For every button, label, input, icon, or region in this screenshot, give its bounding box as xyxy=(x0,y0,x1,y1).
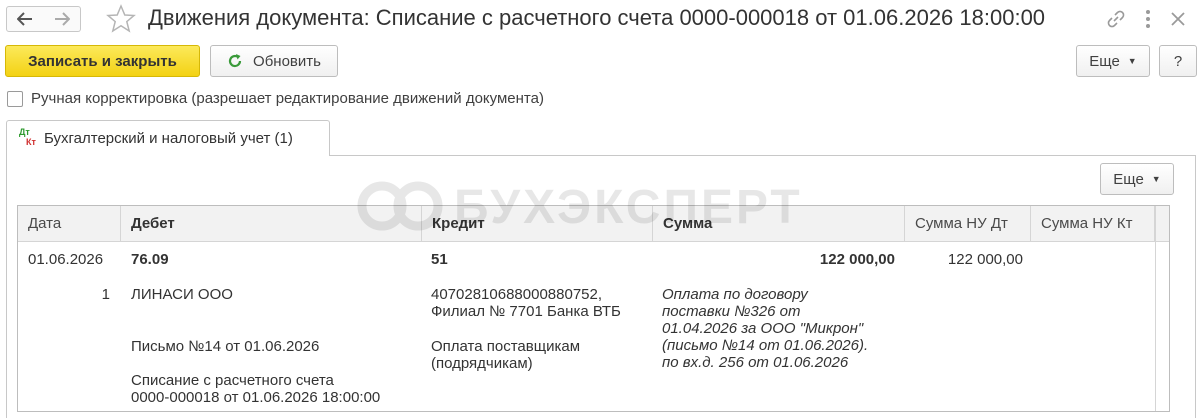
refresh-button[interactable]: Обновить xyxy=(210,45,338,77)
tab-accounting[interactable]: Дт Кт Бухгалтерский и налоговый учет (1) xyxy=(6,120,330,156)
cell-credit-subconto1: 40702810688000880752, Филиал № 7701 Банк… xyxy=(431,286,621,320)
refresh-label: Обновить xyxy=(253,52,321,70)
arrow-right-icon xyxy=(54,12,70,26)
cell-content-line3: 01.04.2026 за ООО "Микрон" xyxy=(662,320,864,337)
caret-down-icon: ▼ xyxy=(1151,174,1161,184)
cell-debit-subconto3: Списание с расчетного счета 0000-000018 … xyxy=(131,372,380,406)
cell-content-line5: по вх.д. 256 от 01.06.2026 xyxy=(662,354,849,371)
caret-down-icon: ▼ xyxy=(1127,56,1137,66)
scrollbar[interactable] xyxy=(1155,206,1169,411)
cell-content: Оплата по договору поставки №326 от 01.0… xyxy=(662,286,868,371)
tab-label: Бухгалтерский и налоговый учет (1) xyxy=(44,130,293,147)
cell-content-line2: поставки №326 от xyxy=(662,303,801,320)
col-date[interactable]: Дата xyxy=(18,206,121,242)
cell-amount-nu-dt: 122 000,00 xyxy=(947,251,1023,268)
more-label: Еще xyxy=(1089,52,1120,70)
manual-edit-checkbox[interactable] xyxy=(7,91,23,107)
cell-debit-subconto1: ЛИНАСИ ООО xyxy=(131,286,233,303)
back-button[interactable] xyxy=(6,6,44,32)
more-button[interactable]: Еще ▼ xyxy=(1076,45,1150,77)
arrow-left-icon xyxy=(17,12,32,26)
cell-debit-subconto3-line1: Списание с расчетного счета xyxy=(131,372,334,389)
credit-icon-text: Кт xyxy=(26,137,36,147)
page-title: Движения документа: Списание с расчетног… xyxy=(148,5,1046,30)
debit-icon-text: Дт xyxy=(19,127,30,137)
cell-credit-subconto1-line1: 40702810688000880752, xyxy=(431,286,603,303)
cell-row-number: 1 xyxy=(101,286,110,303)
col-credit[interactable]: Кредит xyxy=(422,206,653,242)
cell-credit-account: 51 xyxy=(431,251,448,268)
cell-content-line4: (письмо №14 от 01.06.2026). xyxy=(662,337,869,354)
cell-debit-subconto2: Письмо №14 от 01.06.2026 xyxy=(131,338,320,355)
col-debit[interactable]: Дебет xyxy=(121,206,422,242)
cell-content-line1: Оплата по договору xyxy=(662,286,808,303)
debit-credit-icon: Дт Кт xyxy=(19,127,39,151)
favorite-star-icon[interactable] xyxy=(106,4,136,34)
refresh-icon xyxy=(228,54,242,68)
table-header: Дата Дебет Кредит Сумма Сумма НУ Дт Сумм… xyxy=(18,206,1169,242)
link-icon[interactable] xyxy=(1104,7,1128,31)
cell-credit-subconto1-line2: Филиал № 7701 Банка ВТБ xyxy=(431,303,621,320)
col-amount-nu-kt[interactable]: Сумма НУ Кт xyxy=(1031,206,1155,242)
cell-debit-account: 76.09 xyxy=(131,251,169,268)
table-more-label: Еще xyxy=(1113,170,1144,188)
cell-credit-subconto2-line2: (подрядчикам) xyxy=(431,355,533,372)
help-button[interactable]: ? xyxy=(1159,45,1197,77)
cell-credit-subconto2-line1: Оплата поставщикам xyxy=(431,338,581,355)
close-icon[interactable] xyxy=(1166,7,1190,31)
cell-amount: 122 000,00 xyxy=(819,251,895,268)
cell-date: 01.06.2026 xyxy=(28,251,104,268)
title-bar: Движения документа: Списание с расчетног… xyxy=(0,0,1200,38)
cell-debit-subconto3-line2: 0000-000018 от 01.06.2026 18:00:00 xyxy=(131,389,381,406)
table-more-button[interactable]: Еще ▼ xyxy=(1100,163,1174,195)
col-amount-nu-dt[interactable]: Сумма НУ Дт xyxy=(905,206,1031,242)
manual-edit-label[interactable]: Ручная корректировка (разрешает редактир… xyxy=(31,90,544,107)
cell-credit-subconto2: Оплата поставщикам (подрядчикам) xyxy=(431,338,580,372)
forward-button[interactable] xyxy=(43,6,81,32)
save-and-close-button[interactable]: Записать и закрыть xyxy=(5,45,200,77)
entries-table[interactable]: Дата Дебет Кредит Сумма Сумма НУ Дт Сумм… xyxy=(17,205,1170,412)
col-amount[interactable]: Сумма xyxy=(653,206,905,242)
menu-dots-icon[interactable] xyxy=(1136,7,1160,31)
